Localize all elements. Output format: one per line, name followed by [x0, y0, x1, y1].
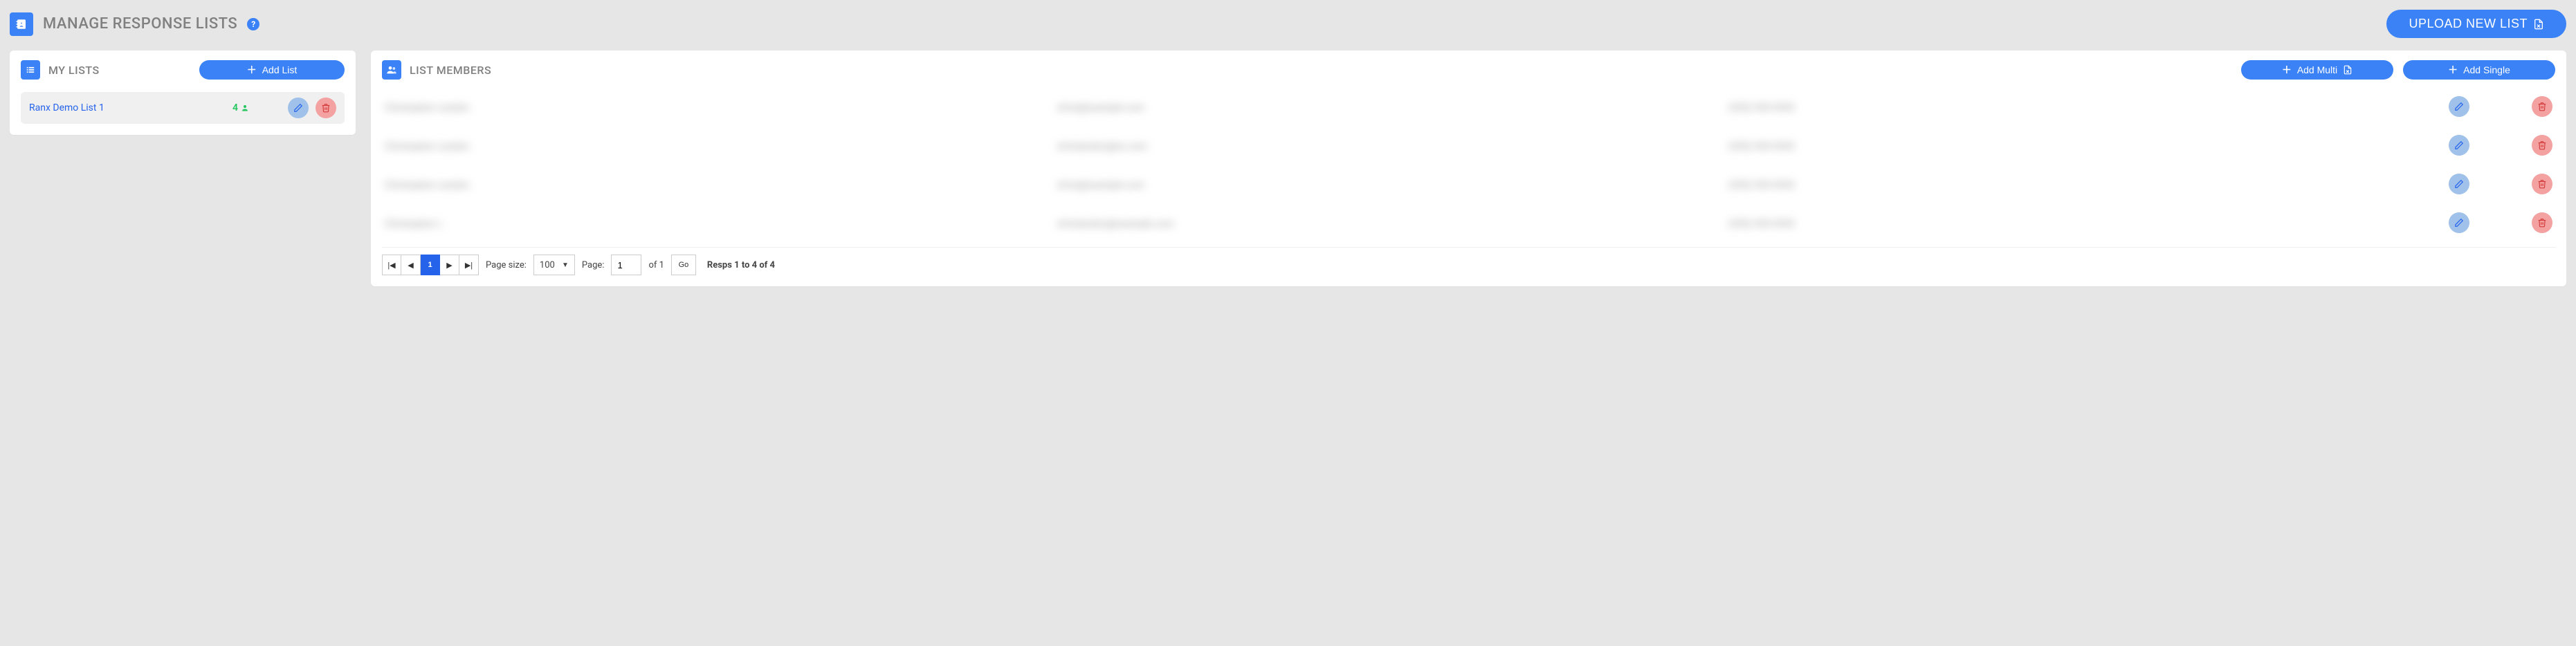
pencil-icon [2454, 218, 2464, 228]
plus-icon: ＋ [2448, 65, 2458, 75]
page-size-label: Page size: [486, 260, 527, 270]
pencil-icon [2454, 102, 2464, 111]
member-phone: (555) 555-5555 [1728, 141, 1795, 152]
trash-icon [2537, 140, 2547, 150]
users-icon [382, 60, 401, 80]
my-lists-panel: MY LISTS ＋ Add List Ranx Demo List 1 4 [10, 50, 356, 135]
list-members-title: LIST MEMBERS [410, 64, 491, 77]
delete-member-button[interactable] [2532, 212, 2552, 233]
pager-page-1-button[interactable]: 1 [421, 255, 440, 275]
my-lists-title: MY LISTS [48, 64, 100, 77]
add-single-label: Add Single [2463, 64, 2510, 75]
help-icon[interactable]: ? [247, 18, 259, 30]
member-email: chrislandon@ex.com [1057, 141, 1147, 152]
page-input[interactable] [617, 260, 638, 270]
pencil-icon [2454, 179, 2464, 189]
first-page-icon: |◀ [387, 261, 395, 270]
page-label: Page: [582, 260, 605, 270]
page-title: MANAGE RESPONSE LISTS [43, 15, 237, 33]
pager-first-button[interactable]: |◀ [382, 255, 401, 275]
pager-last-button[interactable]: ▶| [459, 255, 479, 275]
chevron-left-icon: ◀ [408, 261, 413, 270]
chevron-down-icon: ▼ [562, 261, 569, 269]
member-row: Christopher Landon chrislandon@ex.com (5… [382, 131, 2555, 160]
add-single-button[interactable]: ＋ Add Single [2403, 60, 2555, 80]
member-name: Christopher Landon [385, 102, 469, 113]
edit-list-button[interactable] [288, 98, 309, 118]
delete-list-button[interactable] [316, 98, 336, 118]
upload-new-list-label: UPLOAD NEW LIST [2409, 17, 2528, 31]
list-name-link[interactable]: Ranx Demo List 1 [29, 102, 226, 113]
add-multi-label: Add Multi [2297, 64, 2337, 75]
trash-icon [2537, 218, 2547, 228]
add-list-button[interactable]: ＋ Add List [199, 60, 345, 80]
member-row: Christopher L chrislandon@example.com (5… [382, 208, 2555, 237]
delete-member-button[interactable] [2532, 96, 2552, 117]
file-excel-icon [2343, 65, 2353, 75]
trash-icon [2537, 102, 2547, 111]
member-phone: (555) 555-5555 [1728, 219, 1795, 230]
member-row: Christopher Landon chris@example.com (55… [382, 169, 2555, 199]
list-row[interactable]: Ranx Demo List 1 4 [21, 92, 345, 124]
delete-member-button[interactable] [2532, 135, 2552, 156]
member-phone: (555) 555-5555 [1728, 180, 1795, 191]
member-email: chrislandon@example.com [1057, 219, 1174, 230]
page-of-label: of 1 [648, 260, 664, 270]
file-excel-icon [2533, 19, 2544, 30]
add-multi-button[interactable]: ＋ Add Multi [2241, 60, 2393, 80]
pencil-icon [293, 103, 303, 113]
member-name: Christopher Landon [385, 141, 469, 152]
pencil-icon [2454, 140, 2464, 150]
member-name: Christopher L [385, 219, 442, 230]
member-row: Christopher Landon chris@example.com (55… [382, 92, 2555, 121]
plus-icon: ＋ [2282, 65, 2292, 75]
member-phone: (555) 555-5555 [1728, 102, 1795, 113]
member-email: chris@example.com [1057, 180, 1144, 191]
pager-go-button[interactable]: Go [671, 255, 696, 275]
page-size-select[interactable]: 100 ▼ [533, 255, 575, 275]
pager-summary: Resps 1 to 4 of 4 [707, 260, 775, 270]
upload-new-list-button[interactable]: UPLOAD NEW LIST [2386, 10, 2566, 38]
pager: |◀ ◀ 1 ▶ ▶| Page size: 100 ▼ Page: [382, 247, 2555, 275]
trash-icon [321, 103, 331, 113]
delete-member-button[interactable] [2532, 174, 2552, 194]
last-page-icon: ▶| [465, 261, 473, 270]
edit-member-button[interactable] [2449, 135, 2469, 156]
edit-member-button[interactable] [2449, 212, 2469, 233]
pager-next-button[interactable]: ▶ [440, 255, 459, 275]
trash-icon [2537, 179, 2547, 189]
list-members-panel: LIST MEMBERS ＋ Add Multi ＋ Add Single [371, 50, 2566, 286]
edit-member-button[interactable] [2449, 96, 2469, 117]
pager-prev-button[interactable]: ◀ [401, 255, 421, 275]
list-icon [21, 60, 40, 80]
list-member-count: 4 [232, 102, 249, 113]
contact-book-icon [10, 12, 33, 36]
plus-icon: ＋ [247, 65, 257, 75]
member-name: Christopher Landon [385, 180, 469, 191]
add-list-label: Add List [262, 64, 298, 75]
edit-member-button[interactable] [2449, 174, 2469, 194]
user-icon [241, 104, 249, 112]
chevron-right-icon: ▶ [446, 261, 452, 270]
member-email: chris@example.com [1057, 102, 1144, 113]
